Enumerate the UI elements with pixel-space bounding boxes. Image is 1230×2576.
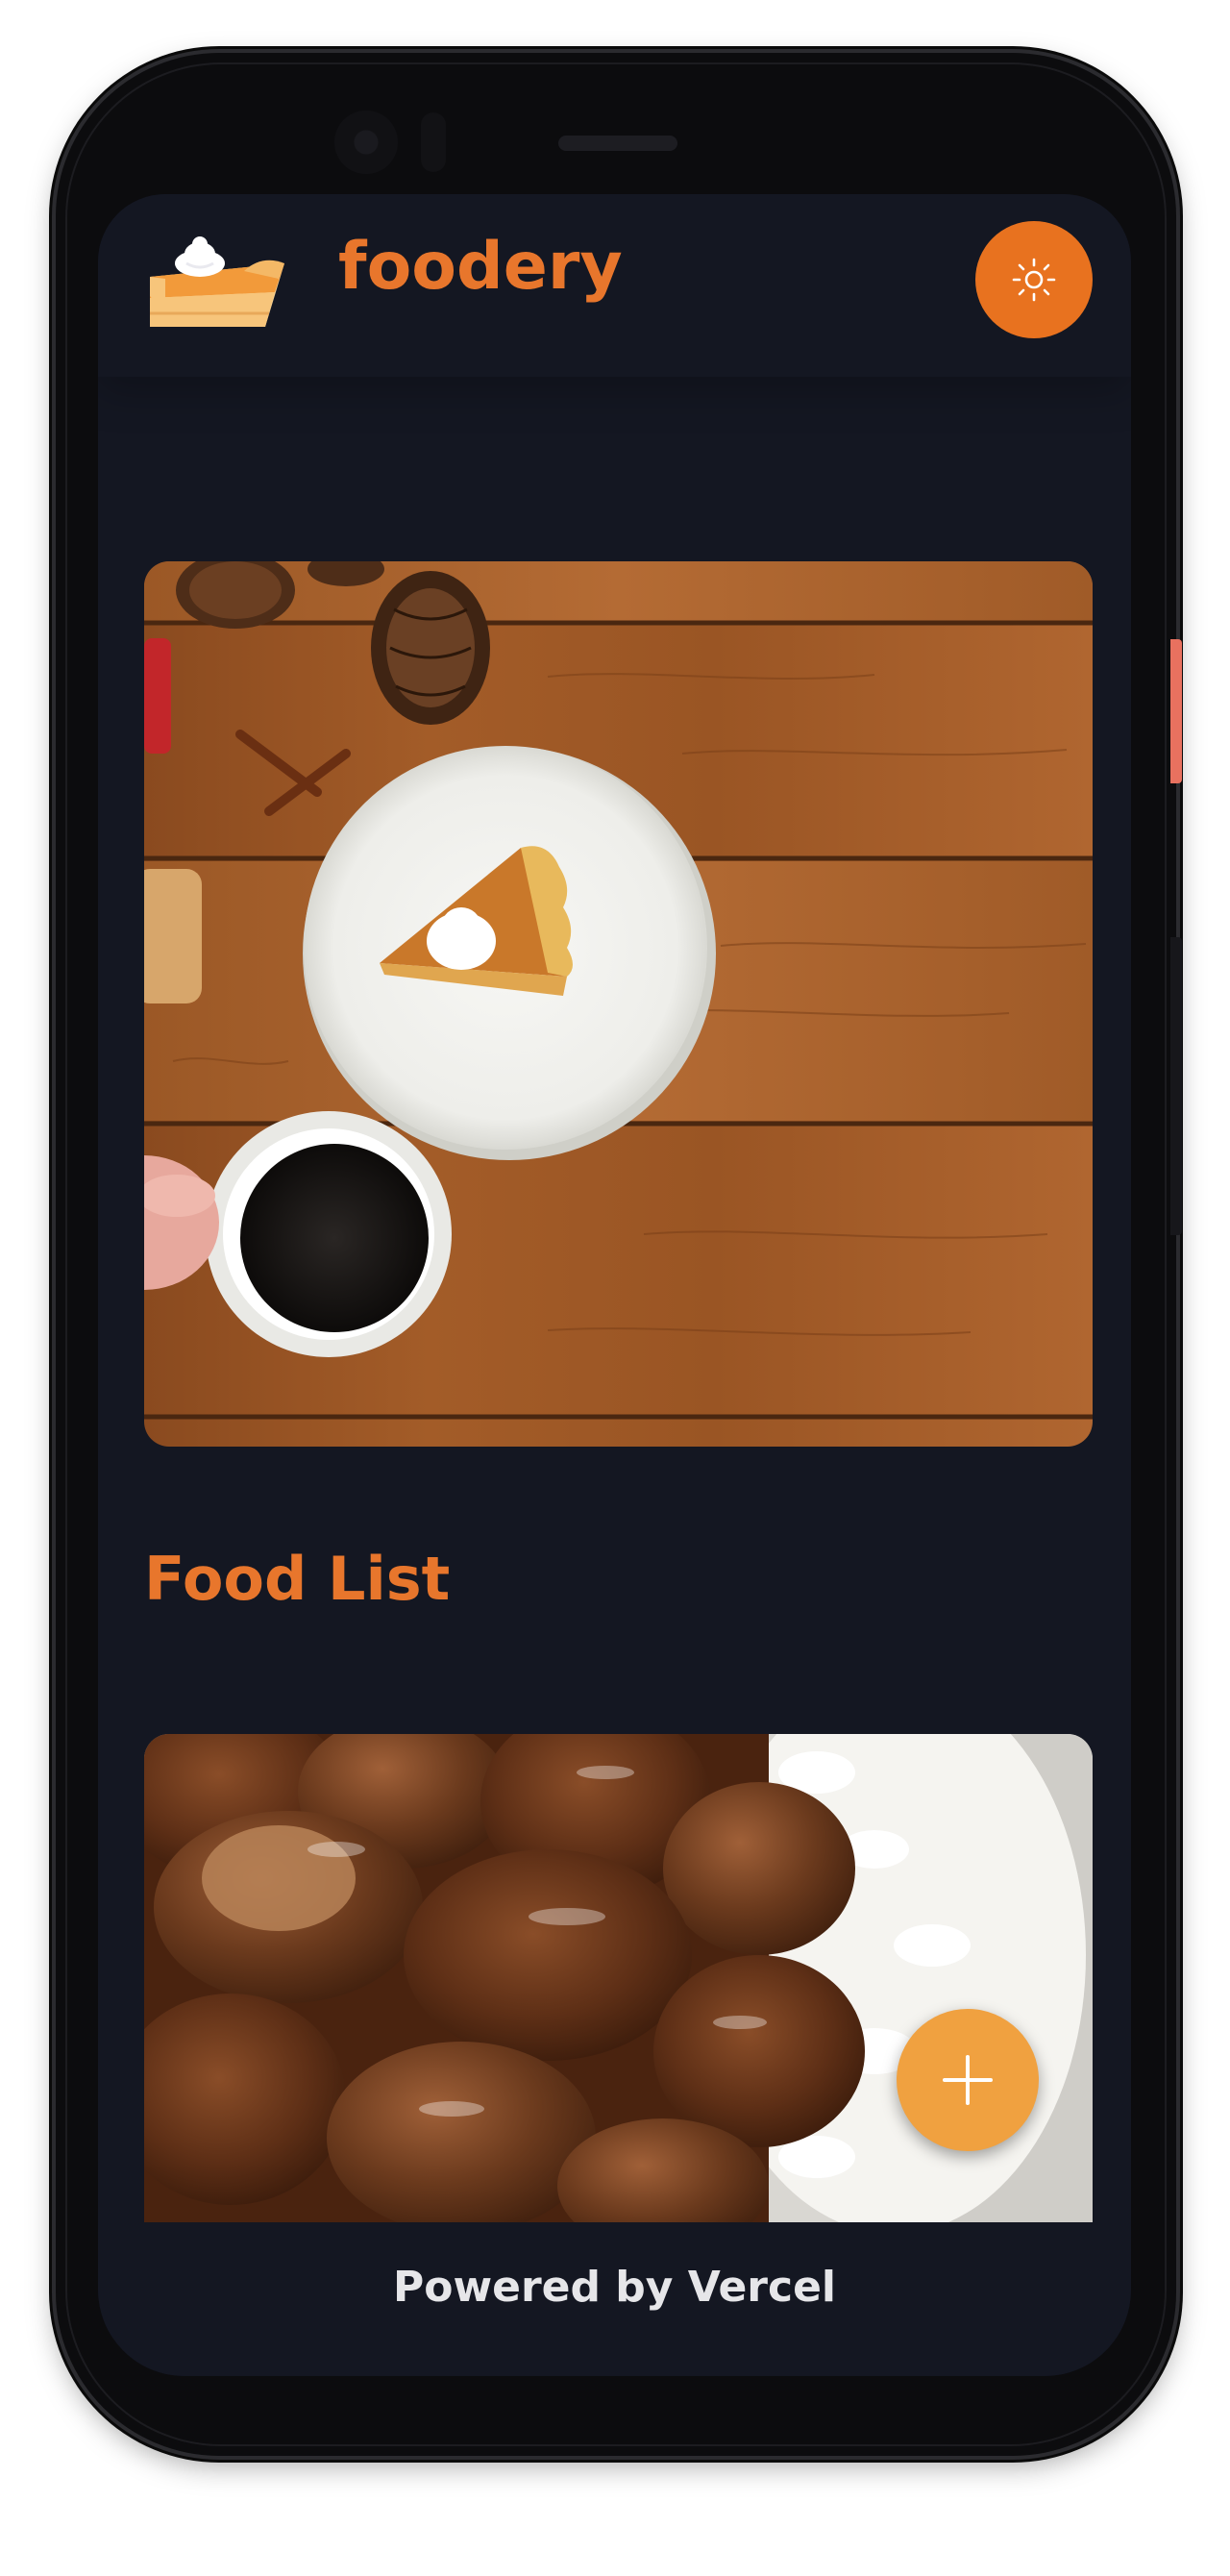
- phone-screen: foodery Food List Powered by Vercel: [98, 194, 1131, 2376]
- footer: Powered by Vercel: [98, 2222, 1131, 2376]
- front-camera: [334, 111, 398, 174]
- plus-icon: [943, 2055, 993, 2105]
- add-food-button[interactable]: [897, 2009, 1039, 2151]
- app-header: foodery: [98, 194, 1131, 377]
- earpiece-speaker: [558, 136, 677, 151]
- theme-toggle-button[interactable]: [975, 221, 1093, 338]
- food-list-title: Food List: [144, 1544, 451, 1614]
- pumpkin-pie-slice-icon[interactable]: [144, 221, 290, 336]
- power-button: [1170, 639, 1182, 783]
- powered-by-text[interactable]: Powered by Vercel: [393, 2263, 836, 2376]
- volume-button: [1170, 937, 1182, 1235]
- proximity-sensor: [421, 112, 446, 172]
- sun-icon: [1012, 258, 1056, 302]
- hero-image: [144, 561, 1093, 1447]
- brand-title[interactable]: foodery: [338, 235, 623, 300]
- pumpkin-pie-photo: [144, 561, 1093, 1447]
